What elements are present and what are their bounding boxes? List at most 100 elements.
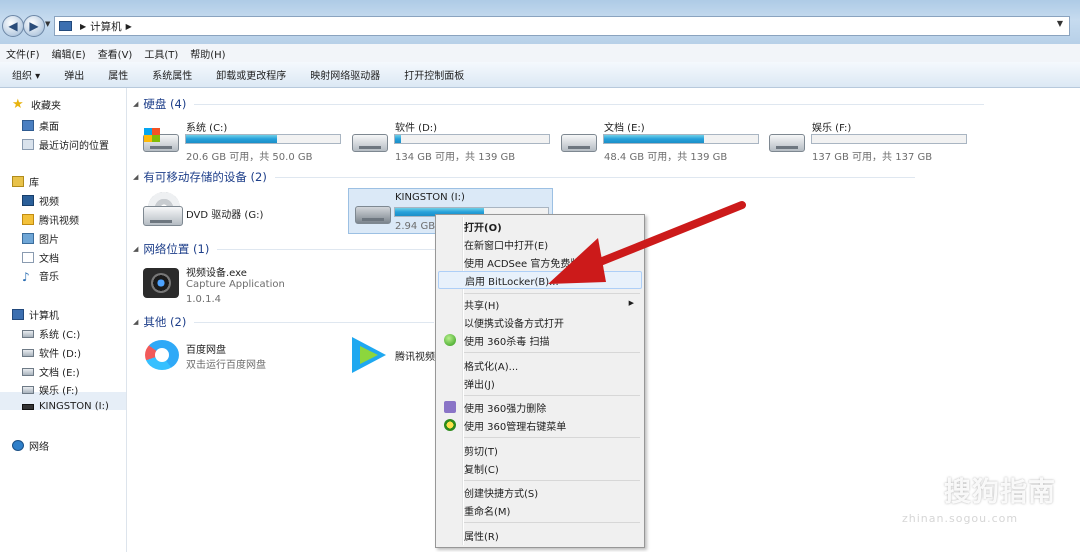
nav-item-documents[interactable]: 文档: [22, 250, 59, 265]
group-header-hdd[interactable]: ◢ 硬盘 (4): [133, 96, 985, 112]
ctx-open-new-window[interactable]: 在新窗口中打开(E): [438, 235, 642, 253]
organize-button[interactable]: 组织 ▾: [0, 67, 52, 82]
chevron-right-icon[interactable]: ▶: [126, 22, 132, 31]
desktop-icon: [22, 120, 34, 131]
camera-icon: [143, 268, 179, 298]
nav-item-desktop[interactable]: 桌面: [22, 118, 59, 133]
recent-pages-dropdown-icon[interactable]: ▼: [45, 20, 50, 28]
nav-item-music[interactable]: ♪ 音乐: [22, 268, 59, 284]
menu-separator: [464, 480, 640, 481]
system-properties-button[interactable]: 系统属性: [140, 67, 204, 82]
item-name: 百度网盘: [186, 345, 226, 356]
nav-computer[interactable]: 计算机: [12, 307, 59, 322]
nav-item-drive-f[interactable]: 娱乐 (F:): [22, 382, 78, 397]
star-icon: ★: [12, 96, 24, 112]
computer-icon: [59, 21, 72, 31]
address-bar[interactable]: ▶ 计算机 ▶ ▼: [54, 16, 1070, 36]
drive-usage-fill: [604, 135, 705, 143]
command-bar: 组织 ▾ 弹出 属性 系统属性 卸载或更改程序 映射网络驱动器 打开控制面板: [0, 62, 1080, 88]
ctx-360-scan[interactable]: 使用 360杀毒 扫描: [438, 331, 642, 349]
open-control-panel-button[interactable]: 打开控制面板: [392, 67, 476, 82]
ctx-acdsee-manage[interactable]: 使用 ACDSee 官方免费版 管理: [438, 253, 642, 271]
nav-item-tencent-video[interactable]: 腾讯视频: [22, 212, 79, 227]
nav-item-video[interactable]: 视频: [22, 193, 59, 208]
menu-edit[interactable]: 编辑(E): [46, 46, 92, 61]
collapse-triangle-icon[interactable]: ◢: [133, 173, 138, 181]
nav-label: 桌面: [39, 122, 59, 133]
pictures-icon: [22, 233, 34, 244]
group-header-other[interactable]: ◢ 其他 (2): [133, 314, 435, 330]
nav-label: 软件 (D:): [39, 349, 82, 360]
ctx-open[interactable]: 打开(O): [438, 217, 642, 235]
ctx-label: 共享(H): [464, 300, 500, 312]
submenu-arrow-icon: ▶: [628, 299, 634, 307]
hard-drive-icon: [22, 385, 34, 394]
group-header-network[interactable]: ◢ 网络位置 (1): [133, 241, 438, 257]
back-arrow-icon: ◀: [8, 19, 18, 33]
menu-help[interactable]: 帮助(H): [184, 46, 231, 61]
ctx-share[interactable]: 共享(H) ▶: [438, 295, 642, 313]
group-divider: [217, 248, 438, 250]
menu-tools[interactable]: 工具(T): [138, 46, 184, 61]
uninstall-program-button[interactable]: 卸载或更改程序: [204, 67, 298, 82]
ctx-label: 使用 360强力删除: [464, 403, 547, 415]
nav-item-pictures[interactable]: 图片: [22, 231, 59, 246]
group-divider: [194, 321, 435, 323]
recent-places-icon: [22, 139, 34, 150]
usb-drive-icon: [355, 206, 391, 224]
ctx-label: 使用 360管理右键菜单: [464, 421, 567, 433]
nav-favorites[interactable]: ★ 收藏夹: [12, 96, 61, 113]
nav-label: 文档: [39, 254, 59, 265]
ctx-eject[interactable]: 弹出(J): [438, 374, 642, 392]
nav-label: 娱乐 (F:): [39, 386, 79, 397]
group-header-removable[interactable]: ◢ 有可移动存储的设备 (2): [133, 169, 915, 185]
back-button[interactable]: ◀: [2, 15, 24, 37]
menu-view[interactable]: 查看(V): [92, 46, 139, 61]
menu-file[interactable]: 文件(F): [0, 46, 46, 61]
ctx-360-force-delete[interactable]: 使用 360强力删除: [438, 398, 642, 416]
library-icon: [12, 176, 24, 187]
drive-usage-bar: [603, 134, 759, 144]
nav-item-drive-i[interactable]: KINGSTON (I:): [22, 401, 109, 412]
nav-item-drive-e[interactable]: 文档 (E:): [22, 364, 80, 379]
nav-label: 系统 (C:): [39, 330, 81, 341]
nav-item-drive-d[interactable]: 软件 (D:): [22, 345, 81, 360]
address-segment[interactable]: 计算机: [90, 19, 122, 34]
hard-drive-icon: [352, 134, 388, 152]
nav-libraries[interactable]: 库: [12, 174, 39, 189]
ctx-label: 使用 360杀毒 扫描: [464, 336, 550, 348]
drive-name: DVD 驱动器 (G:): [186, 210, 264, 221]
collapse-triangle-icon[interactable]: ◢: [133, 100, 138, 108]
usb-drive-icon: [22, 403, 34, 410]
ctx-properties[interactable]: 属性(R): [438, 526, 642, 544]
ctx-create-shortcut[interactable]: 创建快捷方式(S): [438, 483, 642, 501]
group-title: 有可移动存储的设备 (2): [143, 170, 267, 184]
chevron-right-icon[interactable]: ▶: [80, 22, 86, 31]
ctx-format[interactable]: 格式化(A)...: [438, 356, 642, 374]
nav-item-drive-c[interactable]: 系统 (C:): [22, 326, 80, 341]
hard-drive-icon: [22, 329, 34, 338]
map-network-drive-button[interactable]: 映射网络驱动器: [298, 67, 392, 82]
menu-separator: [464, 522, 640, 523]
collapse-triangle-icon[interactable]: ◢: [133, 318, 138, 326]
ctx-rename[interactable]: 重命名(M): [438, 501, 642, 519]
ctx-copy[interactable]: 复制(C): [438, 459, 642, 477]
ctx-360-menu-manager[interactable]: 使用 360管理右键菜单: [438, 416, 642, 434]
address-dropdown-icon[interactable]: ▼: [1057, 19, 1063, 28]
title-bar: ◀ ▶ ▼ ▶ 计算机 ▶ ▼: [0, 0, 1080, 44]
ctx-cut[interactable]: 剪切(T): [438, 441, 642, 459]
properties-button[interactable]: 属性: [96, 67, 140, 82]
nav-item-recent[interactable]: 最近访问的位置: [22, 137, 109, 152]
tencent-video-icon: [352, 337, 386, 373]
collapse-triangle-icon[interactable]: ◢: [133, 245, 138, 253]
drive-name: 软件 (D:): [395, 123, 438, 134]
ctx-enable-bitlocker[interactable]: 启用 BitLocker(B)...: [438, 271, 642, 289]
force-delete-icon: [444, 401, 456, 413]
item-description: Capture Application: [186, 279, 285, 290]
nav-network[interactable]: 网络: [12, 438, 49, 453]
menu-separator: [464, 352, 640, 353]
forward-button[interactable]: ▶: [23, 15, 45, 37]
baidu-netdisk-icon: [145, 340, 179, 370]
eject-button[interactable]: 弹出: [52, 67, 96, 82]
ctx-open-as-portable[interactable]: 以便携式设备方式打开: [438, 313, 642, 331]
